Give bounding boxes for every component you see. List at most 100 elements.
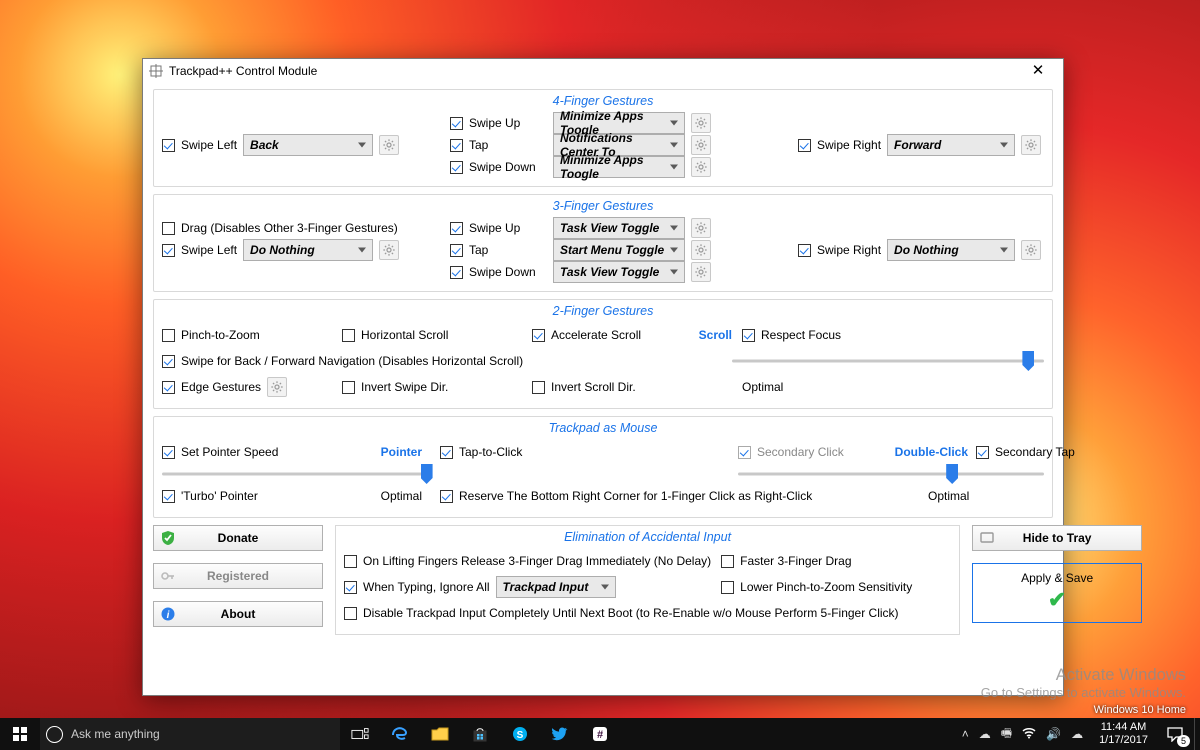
chk-hscroll[interactable] [342,329,355,342]
twitter-icon[interactable] [540,718,580,750]
close-button[interactable]: ✕ [1019,60,1057,82]
slider-pointer[interactable] [162,465,432,483]
chk-invert-scroll[interactable] [532,381,545,394]
chk-pinch[interactable] [162,329,175,342]
combo-typing[interactable]: Trackpad Input [496,576,616,598]
system-tray[interactable]: ˄ ☁ 🖷 🔊 ☁ [954,724,1091,745]
gear-icon[interactable] [379,240,399,260]
group-title-3finger: 3-Finger Gestures [162,199,1044,213]
chk-4f-swipe-down[interactable] [450,161,463,174]
donate-button[interactable]: Donate [153,525,323,551]
combo-3f-swipe-up[interactable]: Task View Toggle [553,217,685,239]
chk-typing[interactable] [344,581,357,594]
action-center-button[interactable]: 5 [1156,718,1194,750]
gear-icon[interactable] [691,157,711,177]
lbl-3f-tap: Tap [469,243,547,257]
chk-4f-swipe-right[interactable] [798,139,811,152]
slider-double[interactable] [738,465,1044,483]
about-button[interactable]: i About [153,601,323,627]
chk-edge[interactable] [162,381,175,394]
chk-4f-tap[interactable] [450,139,463,152]
bluetooth-icon[interactable]: 🖷 [1001,724,1012,745]
combo-3f-swipe-down[interactable]: Task View Toggle [553,261,685,283]
search-box[interactable]: Ask me anything [40,718,340,750]
svg-text:S: S [517,730,524,741]
group-title-elim: Elimination of Accidental Input [344,530,951,544]
chk-secondary-tap[interactable] [976,446,989,459]
onedrive-icon[interactable]: ☁ [1071,727,1083,741]
explorer-icon[interactable] [420,718,460,750]
link-double[interactable]: Double-Click [895,445,968,459]
chk-3f-swipe-left[interactable] [162,244,175,257]
lbl-typing: When Typing, Ignore All [363,580,490,594]
lbl-3f-swipe-down: Swipe Down [469,265,547,279]
chk-set-speed[interactable] [162,446,175,459]
gear-icon[interactable] [691,240,711,260]
slack-icon[interactable]: # [580,718,620,750]
gear-icon[interactable] [379,135,399,155]
lbl-3f-drag: Drag (Disables Other 3-Finger Gestures) [181,221,398,235]
group-title-2finger: 2-Finger Gestures [162,304,1044,318]
combo-4f-swipe-left[interactable]: Back [243,134,373,156]
chevron-up-icon[interactable]: ˄ [962,727,969,741]
taskbar-clock[interactable]: 11:44 AM 1/17/2017 [1091,721,1156,747]
app-window: Trackpad++ Control Module ✕ 4-Finger Ges… [142,58,1064,696]
chk-3f-tap[interactable] [450,244,463,257]
gear-icon[interactable] [691,113,711,133]
lbl-3f-swipe-right: Swipe Right [817,243,881,257]
skype-icon[interactable]: S [500,718,540,750]
link-scroll[interactable]: Scroll [699,328,732,342]
tray-icon [979,530,995,546]
hide-button[interactable]: Hide to Tray [972,525,1142,551]
svg-text:#: # [597,729,603,741]
start-button[interactable] [0,718,40,750]
show-desktop-button[interactable] [1194,718,1200,750]
lbl-4f-swipe-up: Swipe Up [469,116,547,130]
group-mouse: Trackpad as Mouse Set Pointer Speed Poin… [153,416,1053,518]
slider-scroll[interactable] [732,352,1044,370]
gear-icon[interactable] [1021,135,1041,155]
chk-turbo[interactable] [162,490,175,503]
chk-3f-swipe-right[interactable] [798,244,811,257]
combo-4f-swipe-down[interactable]: Minimize Apps Toogle [553,156,685,178]
chk-disable-full[interactable] [344,607,357,620]
chk-tap-click[interactable] [440,446,453,459]
combo-4f-swipe-right[interactable]: Forward [887,134,1015,156]
chk-lower-pinch[interactable] [721,581,734,594]
chk-invert-swipe[interactable] [342,381,355,394]
combo-3f-swipe-right[interactable]: Do Nothing [887,239,1015,261]
chk-4f-swipe-left[interactable] [162,139,175,152]
gear-icon[interactable] [1021,240,1041,260]
chk-3f-drag[interactable] [162,222,175,235]
chk-reserve[interactable] [440,490,453,503]
apply-button[interactable]: Apply & Save ✔ [972,563,1142,623]
chk-swipenav[interactable] [162,355,175,368]
combo-3f-tap[interactable]: Start Menu Toggle [553,239,685,261]
chk-4f-swipe-up[interactable] [450,117,463,130]
registered-button[interactable]: Registered [153,563,323,589]
chk-accel[interactable] [532,329,545,342]
wifi-icon[interactable] [1022,727,1036,742]
edge-icon[interactable] [380,718,420,750]
lbl-tap-click: Tap-to-Click [459,445,522,459]
chk-3f-swipe-down[interactable] [450,266,463,279]
gear-icon[interactable] [691,218,711,238]
titlebar[interactable]: Trackpad++ Control Module ✕ [143,59,1063,83]
chk-onlift[interactable] [344,555,357,568]
gear-icon[interactable] [691,262,711,282]
combo-3f-swipe-left[interactable]: Do Nothing [243,239,373,261]
link-pointer[interactable]: Pointer [381,445,422,459]
lbl-invert-scroll: Invert Scroll Dir. [551,380,636,394]
gear-icon[interactable] [691,135,711,155]
cortana-icon [46,726,63,743]
gear-icon[interactable] [267,377,287,397]
chk-faster[interactable] [721,555,734,568]
cloud-icon[interactable]: ☁ [979,727,991,741]
volume-icon[interactable]: 🔊 [1046,727,1061,741]
store-icon[interactable] [460,718,500,750]
lbl-4f-swipe-right: Swipe Right [817,138,881,152]
chk-respect[interactable] [742,329,755,342]
taskview-button[interactable] [340,718,380,750]
chk-secondary-click[interactable] [738,446,751,459]
chk-3f-swipe-up[interactable] [450,222,463,235]
